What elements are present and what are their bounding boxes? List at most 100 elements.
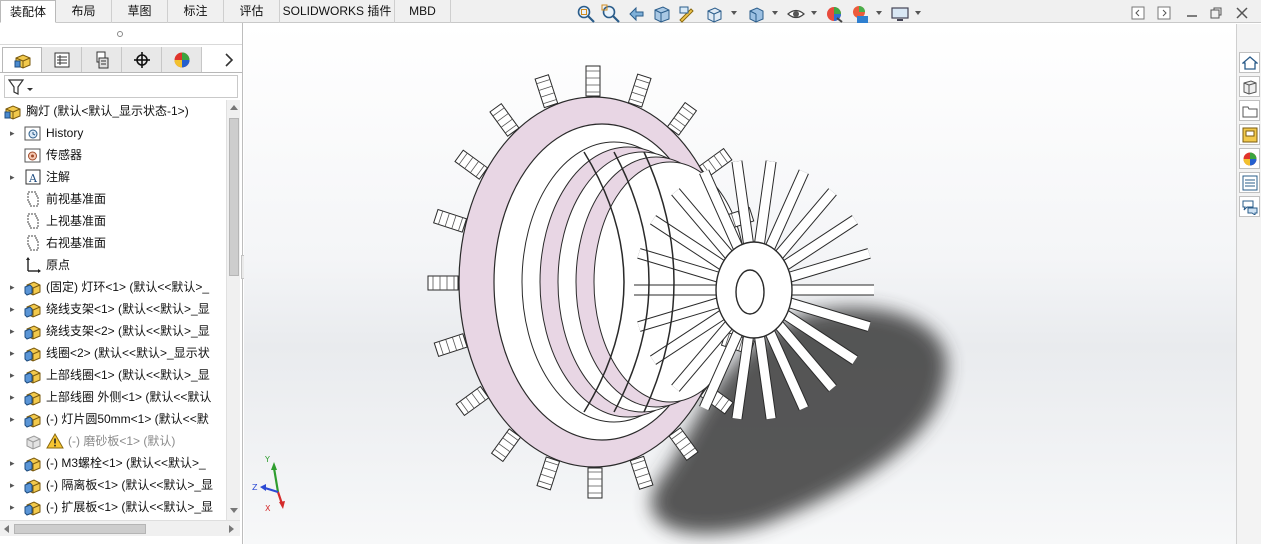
tree-node[interactable]: ▸ 绕线支架<2> (默认<<默认>_显 [0,320,228,342]
tree-node[interactable]: ▸ 线圈<2> (默认<<默认>_显示状 [0,342,228,364]
tab-dimxpert-manager[interactable] [122,47,162,72]
warning-part-icon [26,435,41,450]
triad-y-label: Y [264,456,270,464]
tp-view-palette[interactable] [1239,124,1260,145]
annotation-icon: A [25,169,41,185]
scroll-left-icon[interactable] [3,525,9,533]
tree-horizontal-scrollbar[interactable] [0,520,240,536]
view-orientation-icon[interactable] [704,4,724,24]
tree-node[interactable]: ▸ (-) 扩展板<1> (默认<<默认>_显 [0,496,228,518]
chevron-right-icon[interactable] [224,53,234,67]
scroll-right-icon[interactable] [229,525,235,533]
tab-configuration-manager[interactable] [82,47,122,72]
tree-node[interactable]: ▸ A 注解 [0,166,228,188]
expand-arrow-icon[interactable]: ▸ [10,414,18,424]
expand-arrow-icon[interactable]: ▸ [10,304,18,314]
triad-x-label: X [265,504,271,512]
tree-node[interactable]: 上视基准面 [0,210,228,232]
tab-mbd[interactable]: MBD [395,0,451,23]
tree-node[interactable]: ▸ (固定) 灯环<1> (默认<<默认>_ [0,276,228,298]
tab-assembly[interactable]: 装配体 [0,0,56,23]
chevron-down-icon[interactable] [731,10,737,16]
tree-node[interactable]: ▸ (-) 灯片圆50mm<1> (默认<<默 [0,408,228,430]
tp-solidworks-resources[interactable] [1239,52,1260,73]
view-palette-icon [1242,127,1258,143]
apply-scene-icon[interactable] [850,4,870,24]
tp-forum[interactable] [1239,196,1260,217]
dock-right-icon[interactable] [1157,6,1171,20]
zoom-to-area-icon[interactable] [601,4,621,24]
tree-node[interactable]: ▸ 上部线圈 外侧<1> (默认<<默认 [0,386,228,408]
filter-icon[interactable] [8,78,34,96]
tree-node[interactable]: ▸ 上部线圈<1> (默认<<默认>_显 [0,364,228,386]
tree-node[interactable]: 传感器 [0,144,228,166]
configuration-manager-icon [96,51,109,69]
horizontal-scroll-thumb[interactable] [14,524,146,534]
tab-solidworks-addins[interactable]: SOLIDWORKS 插件 [280,0,395,23]
tab-evaluate[interactable]: 评估 [224,0,280,23]
tree-node[interactable]: ▸ History [0,122,228,144]
tab-layout[interactable]: 布局 [56,0,112,23]
dock-left-icon[interactable] [1131,6,1145,20]
chevron-down-icon[interactable] [772,10,778,16]
assembly-model[interactable] [244,24,1236,544]
dynamic-annotation-icon[interactable] [677,4,697,24]
solidworks-resources-icon [1242,56,1258,70]
minimize-icon[interactable] [1185,6,1199,20]
tab-property-manager[interactable] [42,47,82,72]
edit-appearance-icon[interactable] [825,4,845,24]
tree-node-label: (-) M3螺栓<1> (默认<<默认>_ [46,456,206,470]
expand-arrow-icon[interactable]: ▸ [10,392,18,402]
tree-filter[interactable] [4,75,238,98]
svg-text:A: A [28,172,38,185]
display-style-icon[interactable] [746,4,766,24]
tree-node[interactable]: 右视基准面 [0,232,228,254]
view-settings-icon[interactable] [890,4,910,24]
tree-node[interactable]: 前视基准面 [0,188,228,210]
panel-grip[interactable] [0,23,242,45]
expand-arrow-icon[interactable]: ▸ [10,348,18,358]
tree-node-label: 上视基准面 [46,214,107,228]
tree-node[interactable]: 原点 [0,254,228,276]
tab-sketch[interactable]: 草图 [112,0,168,23]
zoom-to-fit-icon[interactable] [576,4,596,24]
previous-view-icon[interactable] [627,4,647,24]
tree-vertical-scrollbar[interactable] [226,100,240,520]
scroll-down-icon[interactable] [230,508,238,514]
expand-arrow-icon[interactable]: ▸ [10,326,18,336]
expand-arrow-icon[interactable]: ▸ [10,458,18,468]
vertical-scroll-thumb[interactable] [229,118,239,276]
expand-arrow-icon[interactable]: ▸ [10,502,18,512]
tab-markup[interactable]: 标注 [168,0,224,23]
tab-feature-manager[interactable] [2,47,42,72]
tree-root-assembly[interactable]: 胸灯 (默认<默认_显示状态-1>) [0,100,228,122]
tree-node[interactable]: ▸ (-) M3螺栓<1> (默认<<默认>_ [0,452,228,474]
tp-custom-properties[interactable] [1239,172,1260,193]
chevron-down-icon[interactable] [876,10,882,16]
tp-file-explorer[interactable] [1239,100,1260,121]
tree-node[interactable]: (-) 磨砂板<1> (默认) [0,430,228,452]
hide-show-items-icon[interactable] [786,4,806,24]
restore-icon[interactable] [1209,6,1223,20]
chevron-down-icon[interactable] [811,10,817,16]
expand-arrow-icon[interactable]: ▸ [10,282,18,292]
scroll-up-icon[interactable] [230,104,238,110]
feature-manager-panel: 胸灯 (默认<默认_显示状态-1>) ▸ History 传感器 ▸ A 注解 前视基准面 上视… [0,23,243,544]
expand-arrow-icon[interactable]: ▸ [10,172,18,182]
design-library-icon [1243,80,1257,95]
tree-node-label: 传感器 [46,148,83,162]
feature-manager-icon [14,54,31,69]
tree-node[interactable]: ▸ 绕线支架<1> (默认<<默认>_显 [0,298,228,320]
part-icon [24,457,41,472]
expand-arrow-icon[interactable]: ▸ [10,128,18,138]
expand-arrow-icon[interactable]: ▸ [10,480,18,490]
tab-display-manager[interactable] [162,47,202,72]
tp-appearances[interactable] [1239,148,1260,169]
tree-node[interactable]: ▸ (-) 隔离板<1> (默认<<默认>_显 [0,474,228,496]
close-icon[interactable] [1235,6,1249,20]
section-view-icon[interactable] [652,4,672,24]
tp-design-library[interactable] [1239,76,1260,97]
graphics-area[interactable]: Y Z X [244,24,1236,544]
chevron-down-icon[interactable] [915,10,921,16]
expand-arrow-icon[interactable]: ▸ [10,370,18,380]
